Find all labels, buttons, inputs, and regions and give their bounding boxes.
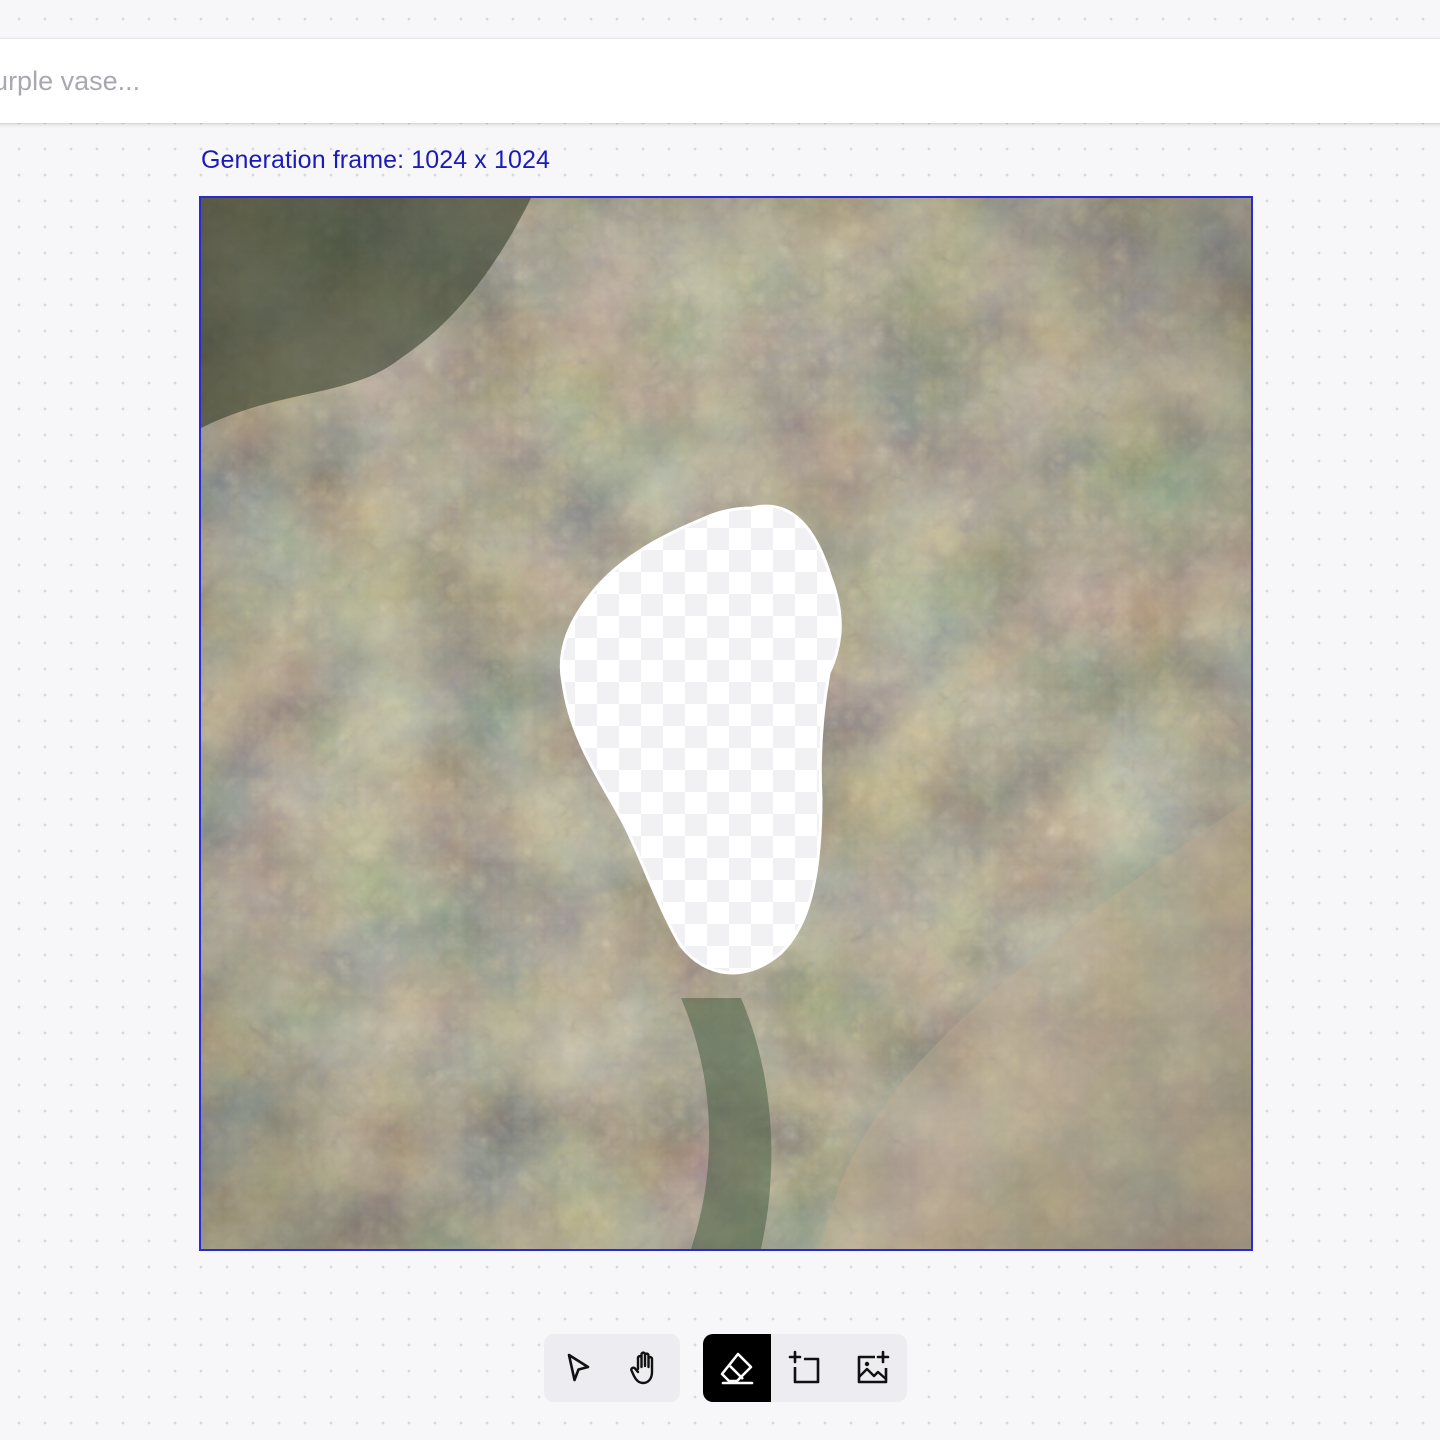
- cursor-arrow-icon: [563, 1351, 593, 1385]
- add-frame-tool-button[interactable]: [771, 1334, 839, 1402]
- prompt-input[interactable]: [0, 39, 1380, 123]
- generation-frame[interactable]: [199, 196, 1253, 1251]
- select-tool-button[interactable]: [544, 1334, 612, 1402]
- eraser-icon: [718, 1350, 756, 1386]
- edit-toolbar: [703, 1334, 907, 1402]
- add-frame-icon: [787, 1350, 823, 1386]
- upload-image-tool-button[interactable]: [839, 1334, 907, 1402]
- generation-frame-label: Generation frame: 1024 x 1024: [201, 146, 550, 174]
- eraser-tool-button[interactable]: [703, 1334, 771, 1402]
- hand-icon: [628, 1349, 664, 1387]
- pan-tool-button[interactable]: [612, 1334, 680, 1402]
- navigation-toolbar: [544, 1334, 680, 1402]
- satellite-image: [201, 198, 1251, 1249]
- prompt-bar: [0, 38, 1440, 123]
- image-add-icon: [855, 1350, 891, 1386]
